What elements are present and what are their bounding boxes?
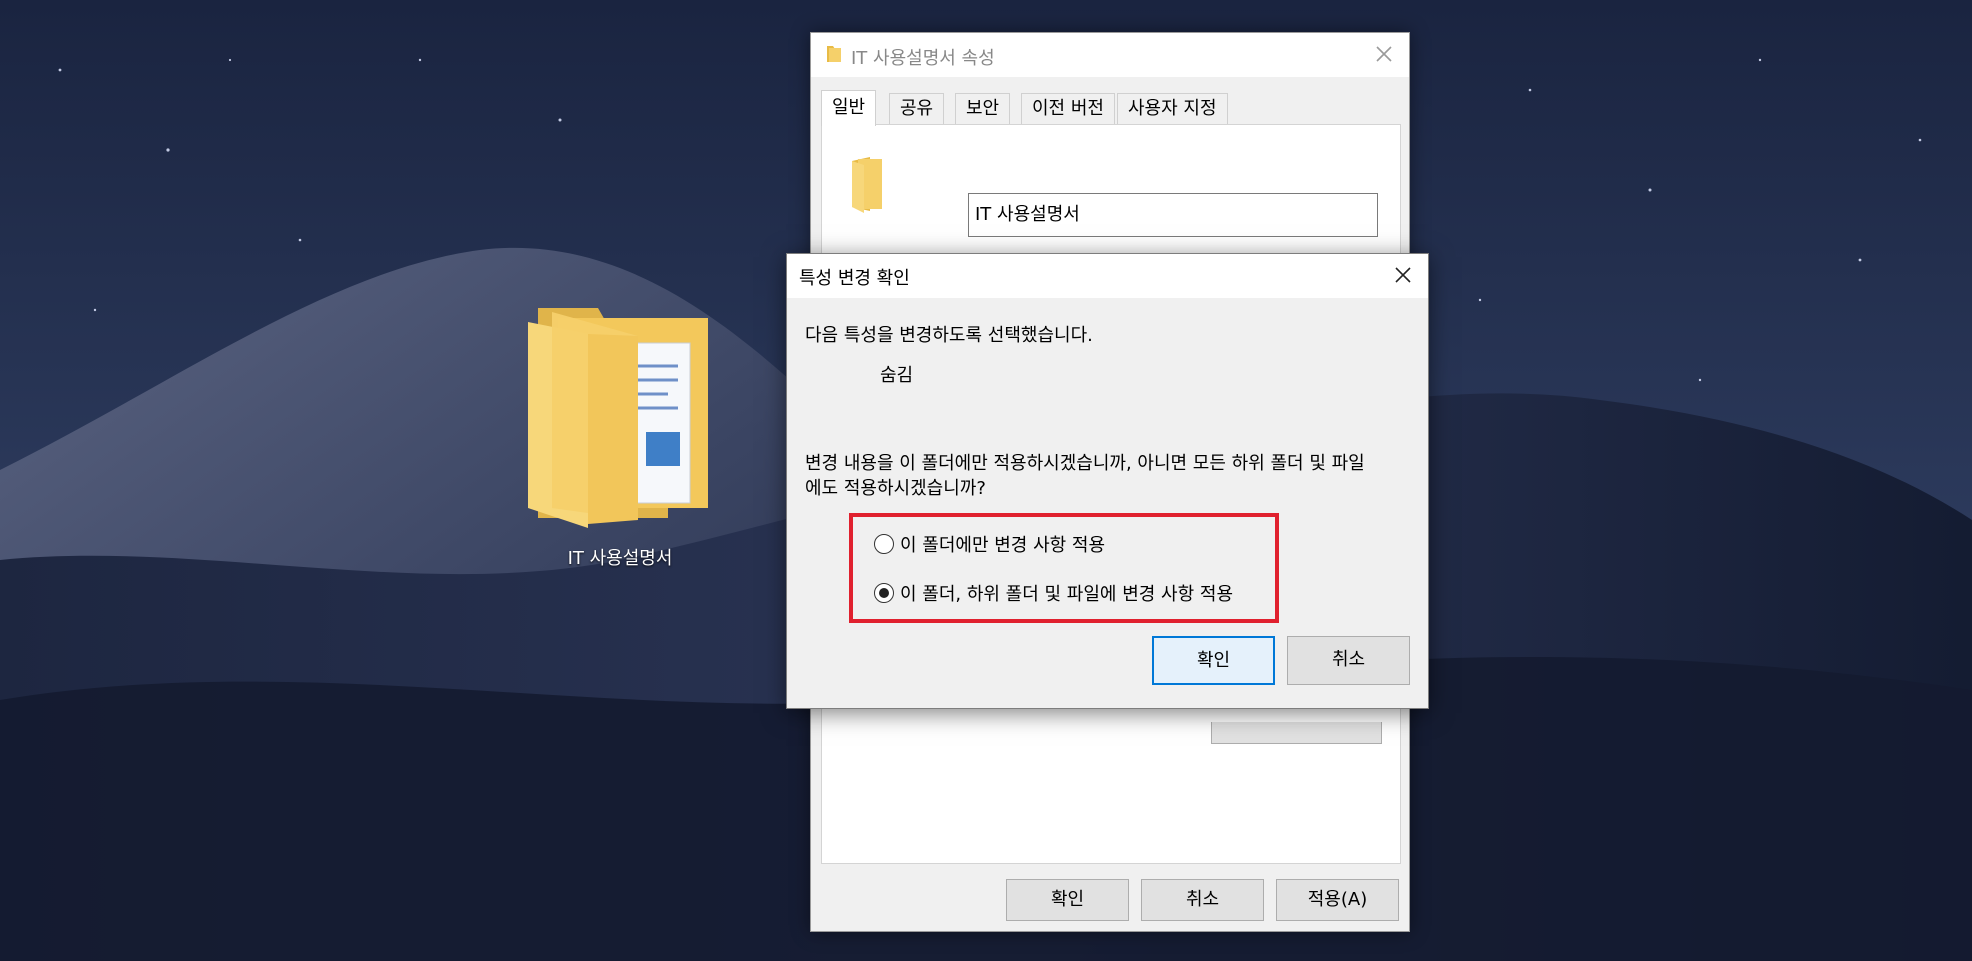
radio-option-subfolders-and-files[interactable]: 이 폴더, 하위 폴더 및 파일에 변경 사항 적용 <box>874 580 1233 606</box>
question-line: 변경 내용을 이 폴더에만 적용하시겠습니까, 아니면 모든 하위 폴더 및 파… <box>805 453 1365 474</box>
ok-button[interactable]: 확인 <box>1152 636 1275 685</box>
ok-button[interactable]: 확인 <box>1006 879 1129 921</box>
folder-icon <box>825 44 843 69</box>
confirm-titlebar: 특성 변경 확인 <box>787 254 1428 298</box>
radio-button[interactable] <box>874 583 894 603</box>
tab-security[interactable]: 보안 <box>955 93 1011 125</box>
changed-attribute: 숨김 <box>880 365 914 386</box>
radio-button[interactable] <box>874 534 894 554</box>
properties-titlebar: IT 사용설명서 속성 <box>811 33 1409 77</box>
confirm-attribute-dialog: 특성 변경 확인 다음 특성을 변경하도록 선택했습니다. 숨김 변경 내용을 … <box>786 253 1429 709</box>
question-line: 에도 적용하시겠습니까? <box>805 478 986 499</box>
tab-general[interactable]: 일반 <box>821 90 877 126</box>
folder-icon <box>850 155 884 218</box>
apply-button[interactable]: 적용(A) <box>1276 879 1399 921</box>
confirm-question: 변경 내용을 이 폴더에만 적용하시겠습니까, 아니면 모든 하위 폴더 및 파… <box>805 451 1415 501</box>
tab-customize[interactable]: 사용자 지정 <box>1117 93 1228 125</box>
radio-option-this-folder-only[interactable]: 이 폴더에만 변경 사항 적용 <box>874 531 1105 557</box>
folder-name-input[interactable]: IT 사용설명서 <box>968 193 1378 237</box>
close-icon[interactable] <box>1371 41 1397 67</box>
properties-title: IT 사용설명서 속성 <box>851 48 995 69</box>
cancel-button[interactable]: 취소 <box>1287 636 1410 685</box>
cancel-button[interactable]: 취소 <box>1141 879 1264 921</box>
desktop-folder-label[interactable]: IT 사용설명서 <box>540 544 700 570</box>
desktop-folder-icon[interactable] <box>528 308 714 533</box>
radio-label: 이 폴더, 하위 폴더 및 파일에 변경 사항 적용 <box>900 584 1234 605</box>
close-icon[interactable] <box>1390 262 1416 288</box>
advanced-button[interactable] <box>1211 722 1382 744</box>
highlight-box <box>849 513 1279 623</box>
tab-previous-versions[interactable]: 이전 버전 <box>1021 93 1115 125</box>
confirm-intro-text: 다음 특성을 변경하도록 선택했습니다. <box>805 325 1093 346</box>
radio-label: 이 폴더에만 변경 사항 적용 <box>900 535 1106 556</box>
tab-sharing[interactable]: 공유 <box>889 93 945 125</box>
confirm-title: 특성 변경 확인 <box>799 268 910 289</box>
